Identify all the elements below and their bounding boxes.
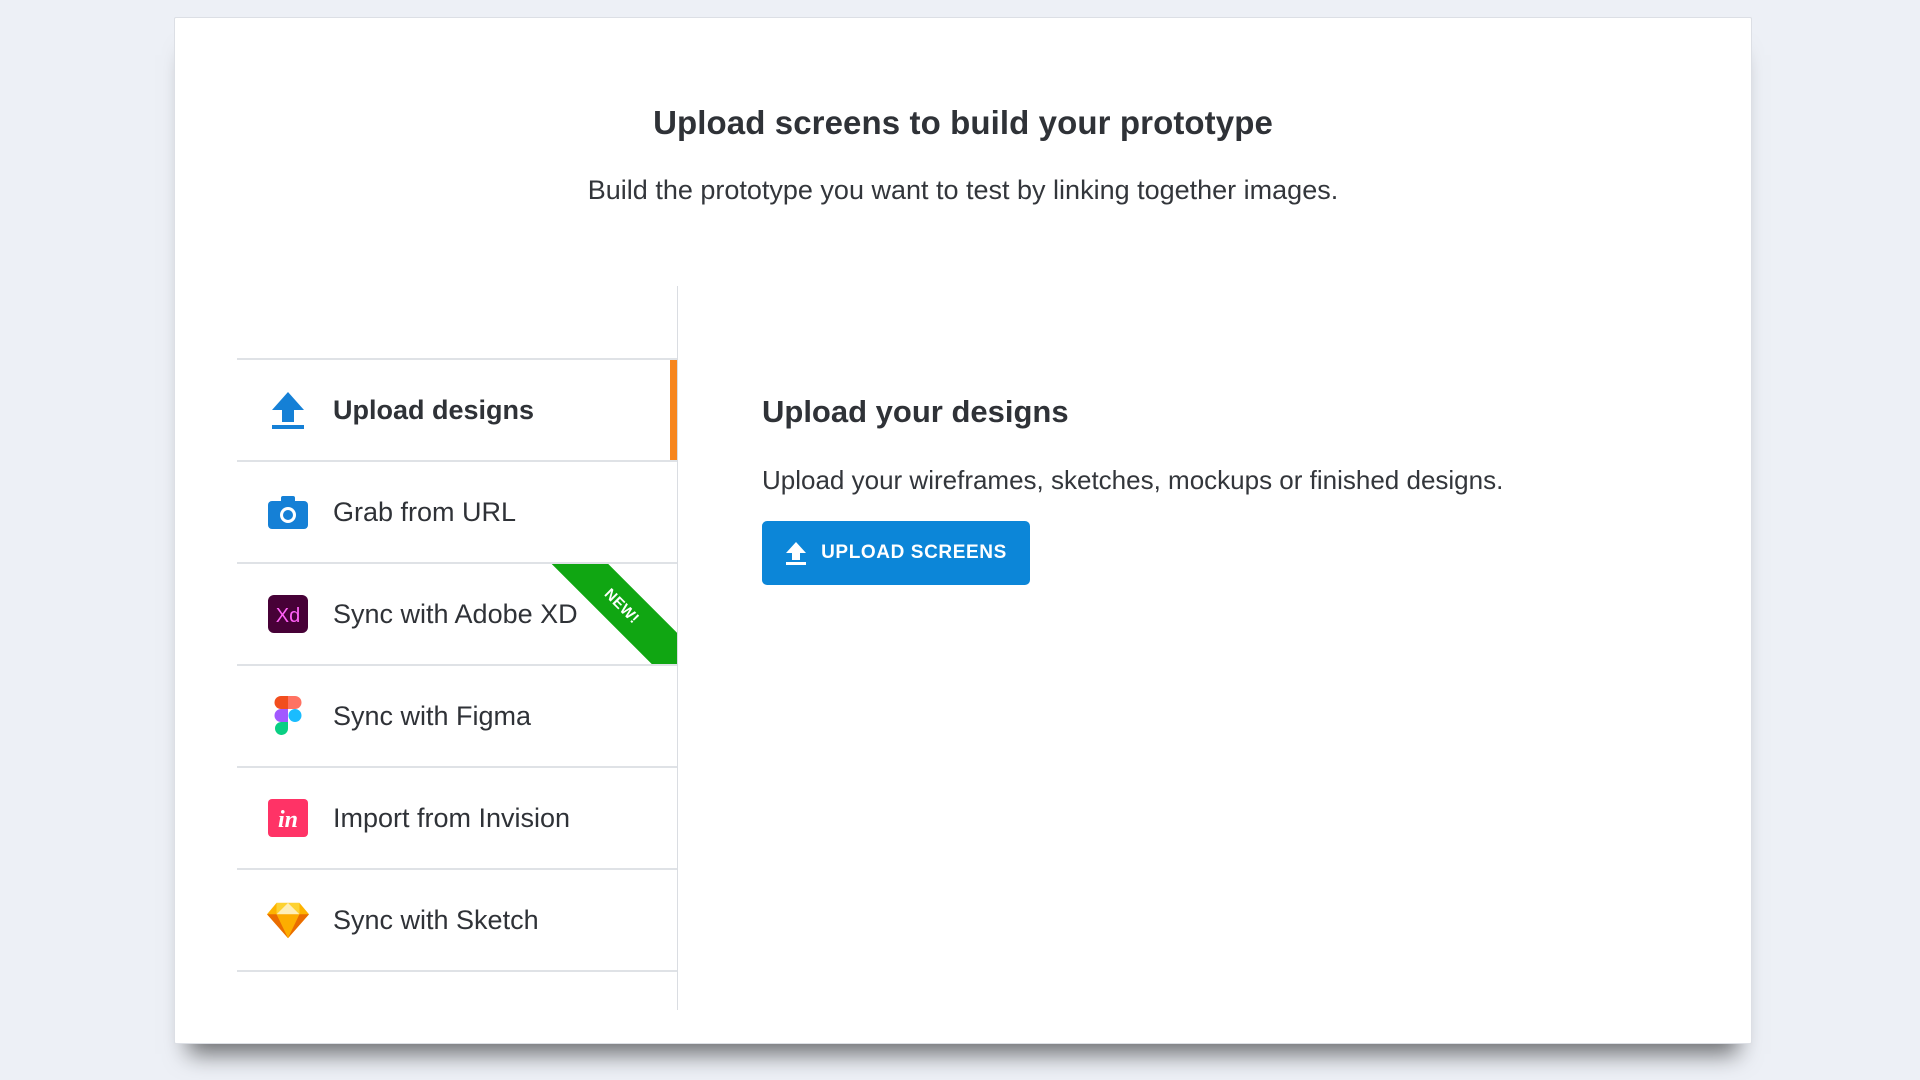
menu-item-upload-designs[interactable]: Upload designs: [237, 360, 677, 462]
menu-item-grab-from-url[interactable]: Grab from URL: [237, 462, 677, 564]
upload-icon: [785, 541, 807, 565]
menu-item-label: Upload designs: [333, 394, 535, 425]
menu-item-sync-figma[interactable]: Sync with Figma: [237, 666, 677, 768]
panel-title: Upload your designs: [762, 394, 1069, 429]
menu-item-sync-sketch[interactable]: Sync with Sketch: [237, 870, 677, 972]
upload-arrow-icon: [267, 389, 309, 431]
camera-icon: [267, 491, 309, 533]
page-title: Upload screens to build your prototype: [653, 104, 1273, 141]
panel-description: Upload your wireframes, sketches, mockup…: [762, 465, 1504, 495]
page-subtitle: Build the prototype you want to test by …: [587, 175, 1339, 205]
upload-screens-button-label: UPLOAD SCREENS: [821, 542, 1007, 563]
upload-screens-button[interactable]: UPLOAD SCREENS: [762, 521, 1030, 585]
adobe-xd-icon: Xd: [267, 593, 309, 635]
invision-icon-text: in: [278, 807, 298, 833]
source-sidebar: Upload designs Grab from URL Xd Sync wit…: [237, 286, 678, 1010]
figma-icon: [267, 695, 309, 737]
sketch-icon: [267, 899, 309, 941]
invision-icon: in: [267, 797, 309, 839]
menu-item-label: Import from Invision: [333, 802, 571, 833]
upload-card: Upload screens to build your prototype B…: [174, 17, 1752, 1044]
menu-item-label: Sync with Sketch: [333, 904, 539, 935]
menu-item-sync-adobe-xd[interactable]: Xd Sync with Adobe XD NEW!: [237, 564, 677, 666]
source-menu: Upload designs Grab from URL Xd Sync wit…: [237, 358, 677, 972]
menu-item-label: Sync with Adobe XD: [333, 598, 578, 629]
menu-item-label: Sync with Figma: [333, 700, 532, 731]
adobe-xd-icon-text: Xd: [276, 605, 300, 627]
menu-item-label: Grab from URL: [333, 496, 517, 527]
menu-item-import-invision[interactable]: in Import from Invision: [237, 768, 677, 870]
